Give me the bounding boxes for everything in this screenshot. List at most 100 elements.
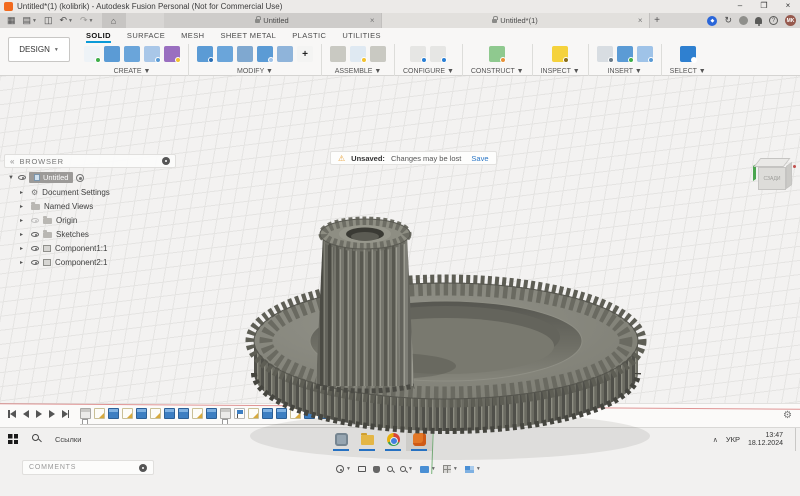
look-at-icon[interactable] [357, 466, 366, 472]
combine-icon[interactable] [257, 46, 274, 63]
visibility-eye-icon[interactable] [31, 246, 39, 251]
joint-origin-icon[interactable] [370, 46, 386, 62]
clock[interactable]: 13:47 18.12.2024 [748, 432, 783, 448]
avatar[interactable]: MK [785, 15, 796, 26]
minimize-button[interactable]: – [728, 0, 752, 13]
visibility-eye-icon[interactable] [31, 218, 39, 223]
document-tab-1[interactable]: Untitled*(1) × [381, 13, 650, 28]
grid-snaps-icon[interactable]: ▼ [442, 465, 458, 473]
tray-expand-icon[interactable]: ∧ [713, 436, 718, 444]
split-body-icon[interactable] [277, 46, 293, 62]
viewport-canvas[interactable]: ⚠ Unsaved: Changes may be lost Save « BR… [0, 76, 800, 475]
undo-icon[interactable]: ↶ [60, 13, 68, 28]
view-cube[interactable]: СЗАДИ [752, 156, 796, 194]
extensions-icon[interactable]: ◆ [707, 15, 718, 26]
file-icon[interactable]: ▤ [23, 13, 32, 28]
expand-arrow-icon[interactable]: ▸ [20, 259, 27, 266]
expand-arrow-icon[interactable]: ▸ [20, 231, 27, 238]
group-label-modify[interactable]: MODIFY ▼ [237, 68, 273, 75]
viewcube-top-face[interactable] [753, 158, 791, 167]
revolve-icon[interactable] [124, 46, 140, 62]
move-copy-icon[interactable]: + [297, 46, 313, 62]
language-indicator[interactable]: УКР [726, 435, 740, 444]
browser-item-component2-1[interactable]: ▸ Component2:1 [20, 258, 176, 267]
go-to-end-button[interactable] [61, 410, 69, 418]
timeline-feature-extrude[interactable] [164, 408, 175, 419]
ribbon-tab-utilities[interactable]: UTILITIES [342, 31, 381, 42]
extrude-icon[interactable] [104, 46, 120, 62]
construction-plane-icon[interactable] [489, 46, 507, 63]
timeline-feature-group[interactable] [220, 408, 231, 425]
collapse-panel-icon[interactable]: « [10, 157, 14, 166]
form-icon[interactable] [164, 46, 181, 63]
ribbon-tab-sheet-metal[interactable]: SHEET METAL [220, 31, 276, 42]
timeline-feature-sketch[interactable] [122, 408, 133, 419]
expand-arrow-icon[interactable]: ▸ [20, 189, 27, 196]
viewcube-side-face[interactable] [786, 161, 792, 190]
insert-mcmaster-icon[interactable] [616, 46, 634, 63]
timeline-feature-extrude[interactable] [108, 408, 119, 419]
group-label-insert[interactable]: INSERT ▼ [608, 68, 642, 75]
browser-item-named-views[interactable]: ▸ Named Views [20, 201, 176, 211]
canvas-icon[interactable] [636, 46, 654, 63]
joint-icon[interactable] [330, 46, 346, 62]
expand-arrow-icon[interactable]: ▸ [20, 245, 27, 252]
home-icon[interactable]: ⌂ [101, 13, 126, 28]
save-icon[interactable]: ◫ [44, 13, 53, 28]
play-button[interactable] [35, 410, 42, 418]
step-forward-button[interactable] [48, 410, 55, 418]
insert-derive-icon[interactable] [596, 46, 614, 63]
expand-arrow-icon[interactable]: ▸ [20, 203, 27, 210]
fillet-icon[interactable] [217, 46, 233, 62]
sync-icon[interactable]: ↻ [724, 13, 732, 28]
comments-options-icon[interactable] [139, 463, 147, 472]
configure-icon[interactable] [410, 46, 428, 63]
timeline-feature-extrude[interactable] [178, 408, 189, 419]
gear-assembly-model[interactable] [240, 196, 660, 496]
root-document-chip[interactable]: Untitled [29, 172, 74, 183]
configuration-table-icon[interactable] [430, 46, 448, 63]
activate-component-radio[interactable] [76, 173, 85, 182]
browser-item-component1-1[interactable]: ▸ Component1:1 [20, 244, 176, 253]
viewcube-front-face[interactable]: СЗАДИ [758, 167, 786, 190]
workspace-switcher[interactable]: DESIGN ▼ [8, 37, 70, 62]
visibility-eye-icon[interactable] [31, 260, 39, 265]
zoom-icon[interactable] [386, 466, 393, 472]
browser-item-document-settings[interactable]: ▸ ⚙ Document Settings [20, 188, 176, 197]
display-settings-icon[interactable]: ▼ [419, 465, 436, 473]
ribbon-tab-mesh[interactable]: MESH [181, 31, 204, 42]
browser-item-sketches[interactable]: ▸ Sketches [20, 229, 176, 239]
measure-icon[interactable] [552, 46, 570, 63]
timeline-feature-extrude[interactable] [206, 408, 217, 419]
timeline-feature-sketch[interactable] [150, 408, 161, 419]
group-label-select[interactable]: SELECT ▼ [670, 68, 706, 75]
start-button[interactable] [8, 434, 18, 444]
fit-icon[interactable]: ▼ [399, 466, 413, 472]
ribbon-tab-surface[interactable]: SURFACE [127, 31, 165, 42]
shell-icon[interactable] [237, 46, 253, 62]
expand-arrow-icon[interactable]: ▼ [8, 175, 15, 181]
browser-header[interactable]: « BROWSER [4, 154, 176, 168]
save-button[interactable]: Save [471, 154, 488, 163]
browser-options-icon[interactable] [162, 157, 170, 165]
help-icon[interactable]: ? [769, 16, 778, 25]
timeline-feature-group[interactable] [80, 408, 91, 425]
timeline-feature-extrude[interactable] [136, 408, 147, 419]
links-toolbar-label[interactable]: Ссылки [55, 428, 81, 451]
new-component-icon[interactable] [350, 46, 367, 63]
group-label-assemble[interactable]: ASSEMBLE ▼ [335, 68, 382, 75]
close-button[interactable]: × [776, 0, 800, 13]
redo-icon[interactable]: ↷ [80, 13, 88, 28]
document-tab-0[interactable]: Untitled × [163, 13, 382, 28]
browser-root-row[interactable]: ▼ Untitled [8, 172, 176, 183]
close-icon[interactable]: × [638, 16, 643, 25]
go-to-start-button[interactable] [8, 410, 16, 418]
maximize-button[interactable]: ❐ [752, 0, 776, 13]
new-tab-button[interactable]: + [650, 13, 665, 28]
timeline-feature-sketch[interactable] [192, 408, 203, 419]
press-pull-icon[interactable] [197, 46, 214, 63]
orbit-icon[interactable]: ▼ [336, 465, 351, 473]
notifications-icon[interactable] [755, 17, 762, 26]
visibility-eye-icon[interactable] [18, 175, 26, 180]
group-label-inspect[interactable]: INSPECT ▼ [541, 68, 580, 75]
